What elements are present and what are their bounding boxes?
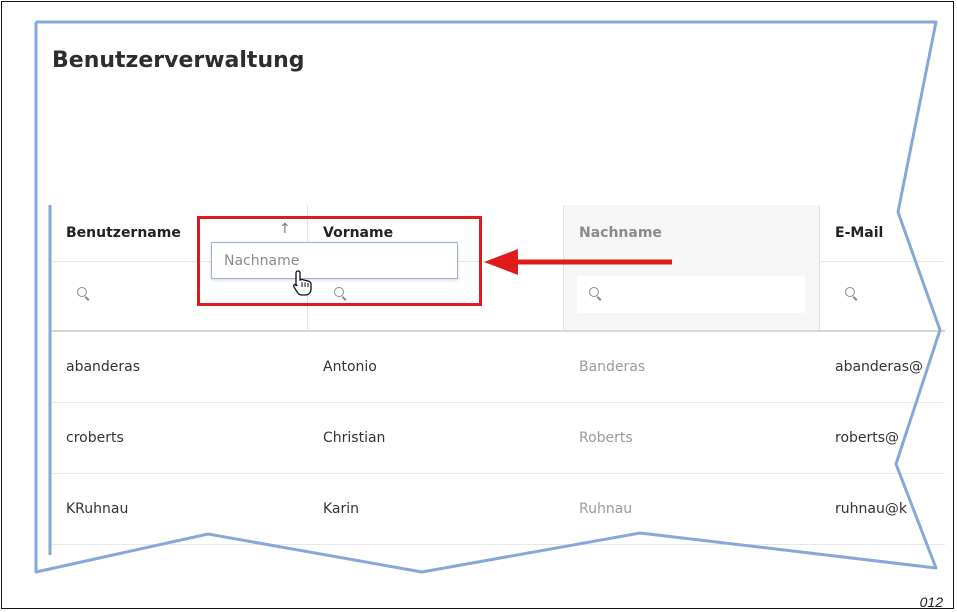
hand-cursor-icon <box>293 270 312 296</box>
callout-arrow-icon <box>484 249 672 275</box>
